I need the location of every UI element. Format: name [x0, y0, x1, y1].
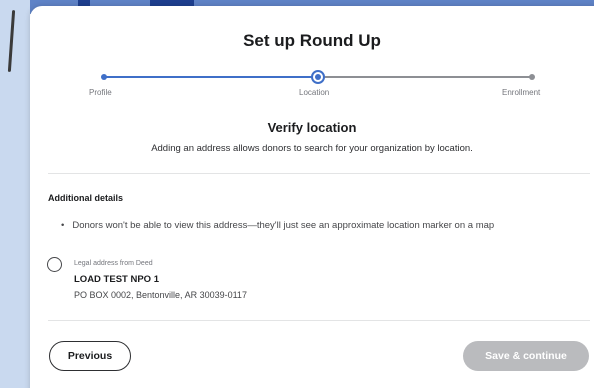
step-profile-label: Profile — [89, 88, 112, 97]
step-enrollment-label: Enrollment — [502, 88, 541, 97]
bullet-icon: • — [61, 220, 65, 231]
address-caption: Legal address from Deed — [74, 260, 153, 267]
background-page — [0, 0, 30, 388]
stepper-track-completed — [104, 76, 318, 78]
section-title: Verify location — [267, 120, 357, 135]
stepper-track-upcoming — [318, 76, 532, 78]
step-location-label: Location — [299, 88, 330, 97]
save-continue-button[interactable]: Save & continue — [463, 341, 589, 371]
address-organization-name: LOAD TEST NPO 1 — [74, 274, 159, 285]
address-line: PO BOX 0002, Bentonville, AR 30039-0117 — [74, 290, 247, 300]
background-edge — [7, 9, 16, 73]
divider — [48, 320, 590, 321]
step-location-dot — [311, 70, 325, 84]
round-up-modal: Set up Round Up Profile Location Enrollm… — [30, 6, 594, 388]
step-profile-dot — [101, 74, 107, 80]
step-enrollment-dot — [529, 74, 535, 80]
additional-details-title: Additional details — [48, 193, 124, 203]
section-description: Adding an address allows donors to searc… — [151, 143, 473, 154]
details-bullet-text: Donors won't be able to view this addres… — [72, 220, 495, 231]
modal-title: Set up Round Up — [243, 31, 381, 50]
previous-button[interactable]: Previous — [49, 341, 131, 371]
legal-address-radio[interactable] — [47, 257, 62, 272]
divider — [48, 173, 590, 174]
details-bullet: • Donors won't be able to view this addre… — [61, 220, 494, 231]
